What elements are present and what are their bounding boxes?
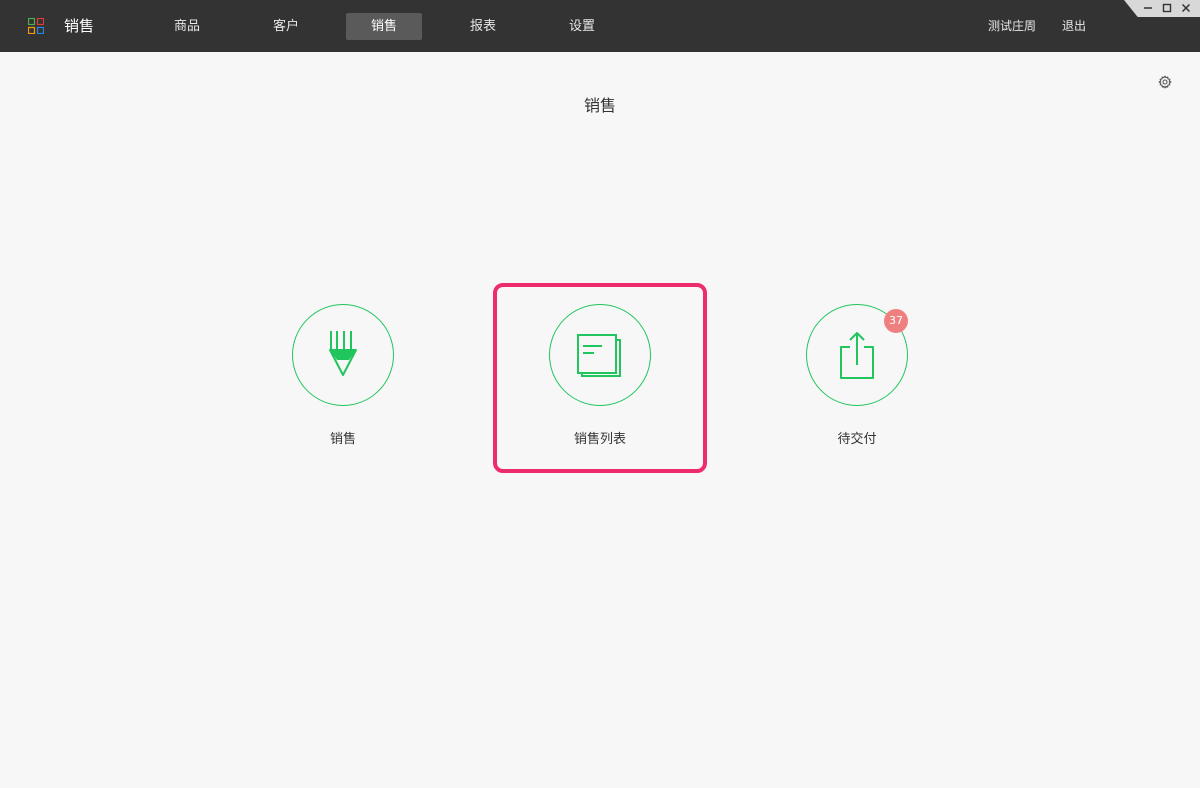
logout-link[interactable]: 退出: [1062, 17, 1086, 35]
pending-count-badge: 37: [884, 309, 908, 333]
nav-item-customers[interactable]: 客户: [248, 13, 324, 40]
gear-icon[interactable]: [1158, 75, 1172, 89]
page-title: 销售: [583, 96, 616, 115]
nav-item-sales[interactable]: 销售: [346, 13, 422, 40]
nav-item-products[interactable]: 商品: [149, 13, 225, 40]
pencil-icon: [329, 331, 357, 376]
tile-sales-list-circle[interactable]: [549, 304, 651, 406]
user-name-link[interactable]: 测试庄周: [988, 17, 1036, 35]
close-icon[interactable]: [1178, 1, 1194, 15]
tile-sales-label: 销售: [329, 432, 356, 447]
app-title: 销售: [64, 17, 95, 35]
tile-sales-list-label: 销售列表: [573, 432, 626, 447]
tile-sales-circle[interactable]: [292, 304, 394, 406]
top-bar: 销售 商品 客户 销售 报表 设置 测试庄周 退出: [0, 0, 1200, 52]
app-logo-icon: [28, 18, 44, 34]
document-list-icon: [577, 334, 621, 377]
tile-pending-delivery-label: 待交付: [837, 432, 877, 447]
maximize-icon[interactable]: [1159, 1, 1175, 15]
minimize-icon[interactable]: [1140, 1, 1156, 15]
nav-item-settings[interactable]: 设置: [544, 13, 620, 40]
nav-item-reports[interactable]: 报表: [445, 13, 521, 40]
